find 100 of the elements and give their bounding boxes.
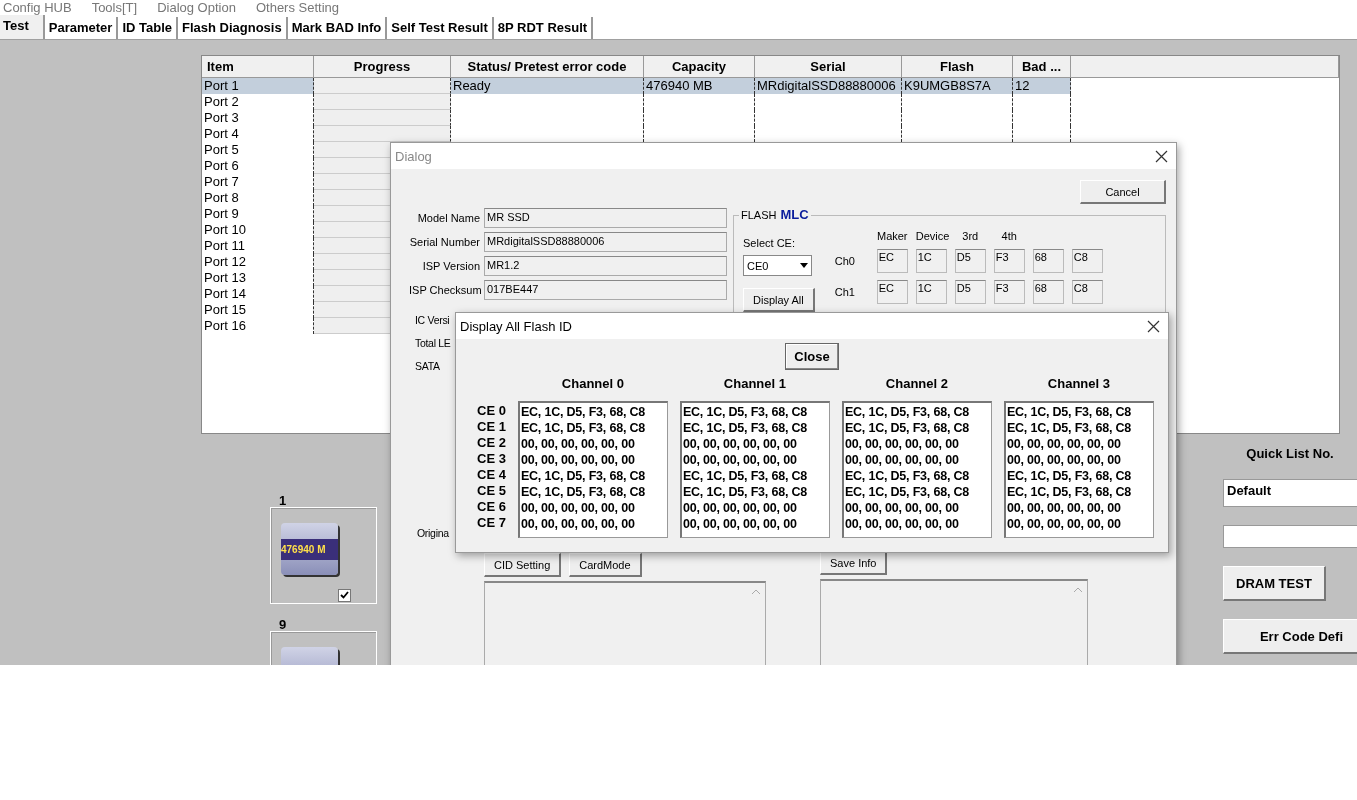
- scroll-up-icon[interactable]: [1073, 586, 1083, 593]
- flash-id-line: EC, 1C, D5, F3, 68, C8: [520, 420, 647, 436]
- table-row-item[interactable]: Port 1: [202, 78, 314, 94]
- flash-id-line: 00, 00, 00, 00, 00, 00: [520, 436, 636, 452]
- quick-list-field[interactable]: Default: [1223, 479, 1357, 507]
- table-cell: Ready: [451, 78, 644, 94]
- column-header: Progress: [314, 56, 451, 78]
- id-field[interactable]: D5: [954, 249, 986, 273]
- id-field[interactable]: C8: [1071, 280, 1103, 304]
- flash-id-line: EC, 1C, D5, F3, 68, C8: [520, 468, 647, 484]
- column-header: 3rd: [961, 230, 980, 242]
- text-field[interactable]: MR SSD: [484, 208, 727, 228]
- select-label: Select CE:: [743, 237, 795, 249]
- ce-dropdown[interactable]: CE0: [743, 255, 812, 276]
- text-field[interactable]: 017BE447: [484, 280, 727, 300]
- flash-id-line: 00, 00, 00, 00, 00, 00: [1006, 500, 1122, 516]
- id-field[interactable]: F3: [993, 280, 1025, 304]
- flash-id-line: 00, 00, 00, 00, 00, 00: [682, 452, 798, 468]
- err-code-button[interactable]: Err Code Defi: [1223, 619, 1357, 654]
- cancel-button[interactable]: Cancel: [1080, 180, 1166, 204]
- id-field[interactable]: 68: [1032, 280, 1064, 304]
- flash-id-line: EC, 1C, D5, F3, 68, C8: [682, 404, 809, 420]
- flash-id-line: EC, 1C, D5, F3, 68, C8: [682, 468, 809, 484]
- column-header: Capacity: [644, 56, 755, 78]
- flash-id-line: 00, 00, 00, 00, 00, 00: [520, 452, 636, 468]
- channel-header: Channel 1: [723, 376, 786, 391]
- drive-capacity: 476940 M: [281, 538, 338, 560]
- channel-label: Ch1: [834, 286, 856, 298]
- flash-id-line: EC, 1C, D5, F3, 68, C8: [844, 420, 971, 436]
- display-all-button[interactable]: Display All: [743, 288, 815, 312]
- flash-id-line: EC, 1C, D5, F3, 68, C8: [844, 484, 971, 500]
- id-field[interactable]: EC: [876, 249, 908, 273]
- input-field[interactable]: [1223, 525, 1357, 548]
- flash-id-line: EC, 1C, D5, F3, 68, C8: [844, 404, 971, 420]
- close-icon[interactable]: [1155, 149, 1168, 163]
- field-label: IC Versi: [415, 314, 450, 328]
- flash-id-line: 00, 00, 00, 00, 00, 00: [682, 436, 798, 452]
- flash-id-line: 00, 00, 00, 00, 00, 00: [1006, 436, 1122, 452]
- table-cell: K9UMGB8S7A: [902, 78, 1013, 94]
- dram-test-button[interactable]: DRAM TEST: [1223, 566, 1326, 601]
- dialog-button[interactable]: CID Setting: [484, 553, 562, 577]
- flash-id-line: 00, 00, 00, 00, 00, 00: [682, 516, 798, 532]
- field-label: Model Name: [416, 212, 480, 224]
- close-button[interactable]: Close: [785, 343, 839, 370]
- scroll-up-icon[interactable]: [751, 588, 761, 595]
- text-field[interactable]: MRdigitalSSD88880006: [484, 232, 727, 252]
- id-field[interactable]: 68: [1032, 249, 1064, 273]
- flash-id-line: EC, 1C, D5, F3, 68, C8: [682, 420, 809, 436]
- column-header: 4th: [1000, 230, 1018, 242]
- flash-id-line: EC, 1C, D5, F3, 68, C8: [1006, 404, 1133, 420]
- table-cell: MRdigitalSSD88880006: [755, 78, 902, 94]
- flash-id-line: EC, 1C, D5, F3, 68, C8: [1006, 484, 1133, 500]
- table-cell: 476940 MB: [644, 78, 755, 94]
- flash-id-line: EC, 1C, D5, F3, 68, C8: [1006, 468, 1133, 484]
- text-field[interactable]: MR1.2: [484, 256, 727, 276]
- id-field[interactable]: 1C: [915, 249, 947, 273]
- id-field[interactable]: EC: [876, 280, 908, 304]
- text-area[interactable]: [484, 581, 766, 665]
- menu-item[interactable]: Config HUB: [3, 0, 72, 15]
- text-area[interactable]: [820, 579, 1088, 665]
- menu-item[interactable]: Dialog Option: [157, 0, 236, 15]
- flash-id-line: 00, 00, 00, 00, 00, 00: [844, 436, 960, 452]
- flash-id-line: EC, 1C, D5, F3, 68, C8: [520, 404, 647, 420]
- field-label: Serial Number: [409, 236, 480, 248]
- tab[interactable]: Test: [0, 15, 45, 39]
- table-cell: 12: [1013, 78, 1071, 94]
- dialog-button[interactable]: CardMode: [569, 553, 642, 577]
- field-label: Total LE: [415, 337, 451, 351]
- menu-item[interactable]: Tools[T]: [91, 0, 138, 15]
- column-header: Serial: [755, 56, 902, 78]
- id-field[interactable]: F3: [993, 249, 1025, 273]
- flash-id-line: 00, 00, 00, 00, 00, 00: [1006, 516, 1122, 532]
- column-header: Maker: [876, 230, 908, 242]
- field-label: SATA: [415, 360, 440, 374]
- ce-label: CE 7: [477, 515, 506, 531]
- flash-id-line: 00, 00, 00, 00, 00, 00: [844, 500, 960, 516]
- id-field[interactable]: 1C: [915, 280, 947, 304]
- port-number: 1: [278, 494, 288, 507]
- channel-header: Channel 0: [561, 376, 624, 391]
- dropdown-arrow-icon: [800, 263, 808, 268]
- ce-label: CE 6: [477, 499, 506, 515]
- window-title: Display All Flash ID: [460, 318, 572, 334]
- id-field[interactable]: C8: [1071, 249, 1103, 273]
- quick-list-title: Quick List No.: [1245, 445, 1335, 461]
- port-tile[interactable]: 476940 M: [270, 507, 377, 604]
- port-number: 9: [278, 618, 288, 631]
- column-header: Flash: [902, 56, 1013, 78]
- column-header: Device: [915, 230, 947, 242]
- flash-id-line: EC, 1C, D5, F3, 68, C8: [682, 484, 809, 500]
- save-info-button[interactable]: Save Info: [820, 551, 888, 575]
- ce-label: CE 4: [477, 467, 506, 483]
- id-field[interactable]: D5: [954, 280, 986, 304]
- menu-item[interactable]: Others Setting: [255, 0, 340, 15]
- checkbox[interactable]: [338, 589, 351, 602]
- ce-label: CE 1: [477, 419, 506, 435]
- close-icon[interactable]: [1147, 319, 1160, 333]
- column-header: Bad ...: [1013, 56, 1071, 78]
- ce-label: CE 2: [477, 435, 506, 451]
- window-title: Dialog: [395, 148, 432, 164]
- field-label: ISP Version: [421, 260, 480, 272]
